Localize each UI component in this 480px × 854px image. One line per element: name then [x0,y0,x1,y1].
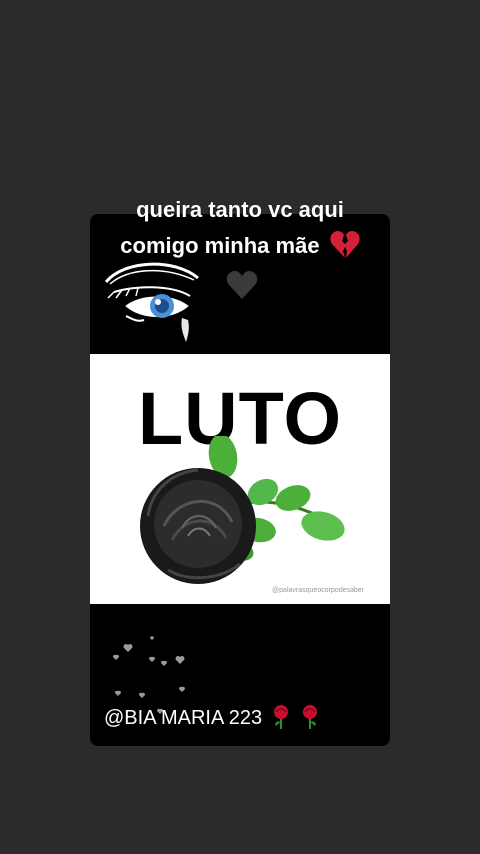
signature: @BIA MARIA 223 [104,704,321,730]
story-caption: queira tanto vc aqui comigo minha mãe [60,192,420,264]
rose-icon [273,705,288,729]
caption-line-2-wrap: comigo minha mãe [60,228,420,264]
rose-icon [303,705,318,729]
black-heart-icon [226,271,258,299]
signature-text: @BIA MARIA 223 [104,707,263,729]
crying-eye-icon [104,262,199,342]
luto-panel: LUTO @palavrasqueocorpodesaber [90,354,390,604]
caption-line-2: comigo minha mãe [120,233,320,258]
black-rose-icon [140,436,345,584]
caption-line-1: queira tanto vc aqui [136,197,344,222]
watermark: @palavrasqueocorpodesaber [272,587,364,594]
broken-heart-icon [330,231,360,258]
